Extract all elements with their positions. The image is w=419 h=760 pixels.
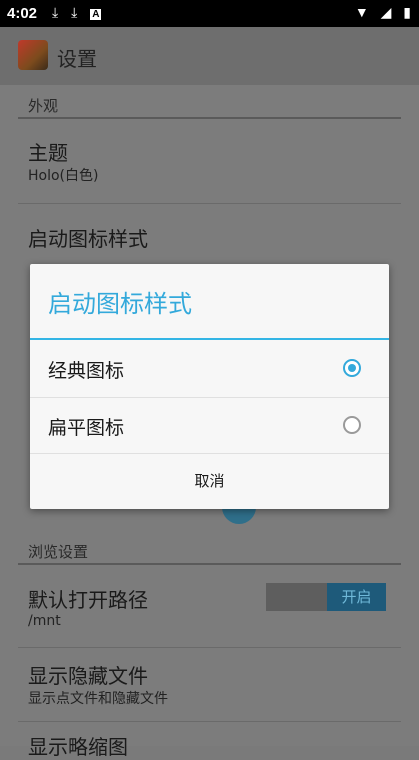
section-header-appearance: 外观 [28, 97, 59, 115]
cancel-button[interactable]: 取消 [30, 454, 389, 509]
status-bar: 4:02 ⤓ ⤓ A ▼ ◢ ▮ [0, 0, 419, 27]
section-header-browse: 浏览设置 [28, 543, 89, 561]
option-label: 经典图标 [48, 360, 125, 382]
pref-show-hidden-sub: 显示点文件和隐藏文件 [28, 691, 168, 707]
pref-default-path-value: /mnt [28, 613, 61, 629]
option-label: 扁平图标 [48, 417, 125, 439]
section-divider [18, 563, 401, 565]
page-title: 设置 [57, 47, 97, 71]
signal-icon: ◢ [380, 4, 392, 20]
wifi-icon: ▼ [354, 4, 369, 20]
pref-launcher-icon-title[interactable]: 启动图标样式 [28, 223, 148, 252]
divider [18, 647, 401, 648]
app-bar: 设置 [0, 27, 419, 85]
text-a-icon: A [90, 9, 102, 20]
launcher-icon-style-dialog: 启动图标样式 经典图标 扁平图标 取消 [30, 264, 389, 509]
divider [18, 721, 401, 722]
divider [18, 203, 401, 204]
battery-icon: ▮ [403, 4, 411, 20]
dialog-title-divider [30, 338, 389, 340]
pref-theme-title[interactable]: 主题 [28, 137, 68, 166]
status-time: 4:02 [7, 5, 38, 22]
option-flat-icon[interactable]: 扁平图标 [30, 398, 389, 454]
section-divider [18, 117, 401, 119]
option-classic-icon[interactable]: 经典图标 [30, 341, 389, 397]
radio-unchecked-icon[interactable] [343, 416, 361, 434]
download-icon: ⤓ [71, 4, 78, 20]
pref-theme-value: Holo(白色) [28, 168, 99, 184]
pref-show-hidden-title[interactable]: 显示隐藏文件 [28, 660, 148, 689]
radio-checked-icon[interactable] [343, 359, 361, 377]
show-hidden-switch[interactable]: 开启 [266, 583, 386, 611]
app-logo-icon[interactable] [18, 40, 48, 70]
download-icon: ⤓ [52, 4, 59, 20]
switch-thumb: 开启 [327, 583, 386, 611]
pref-default-path-title[interactable]: 默认打开路径 [28, 584, 148, 613]
dialog-title: 启动图标样式 [48, 290, 192, 318]
